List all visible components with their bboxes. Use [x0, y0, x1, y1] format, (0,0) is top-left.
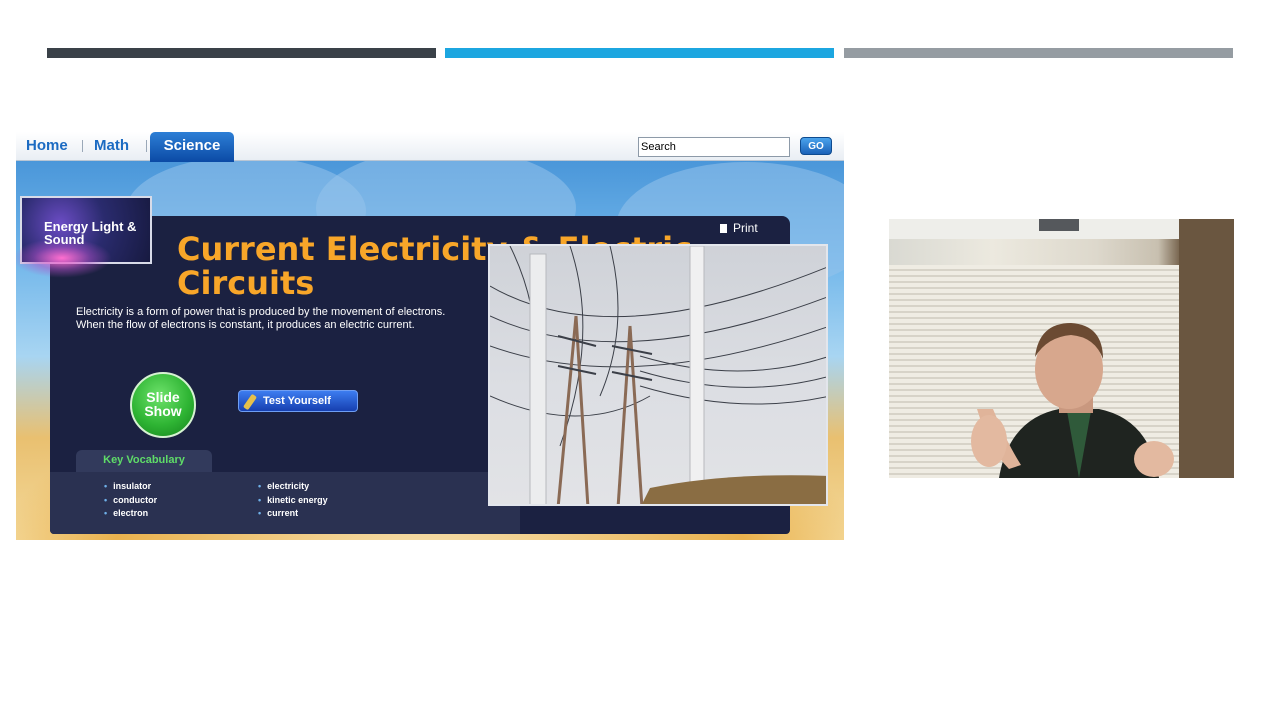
vocabulary-tab[interactable]: Key Vocabulary	[76, 450, 212, 472]
webcam-video	[889, 219, 1234, 478]
vocabulary-term[interactable]: insulator	[104, 480, 157, 494]
power-lines-illustration	[490, 246, 826, 504]
vocabulary-list-1: insulator conductor electron	[104, 480, 157, 521]
header-bar-gray	[844, 48, 1233, 58]
vocabulary-term[interactable]: electricity	[258, 480, 328, 494]
nav-bar: Home Math Science Search GO	[16, 132, 844, 162]
nav-home-link[interactable]: Home	[26, 137, 68, 154]
print-link[interactable]: Print	[720, 221, 758, 235]
vocabulary-term[interactable]: current	[258, 507, 328, 521]
nav-math-link[interactable]: Math	[94, 137, 129, 154]
topic-badge[interactable]: Energy Light & Sound	[16, 196, 152, 278]
pencil-icon	[242, 393, 258, 411]
slide-show-button[interactable]: Slide Show	[130, 372, 196, 438]
test-yourself-label: Test Yourself	[263, 395, 331, 407]
power-lines-photo	[488, 244, 828, 506]
nav-science-label: Science	[163, 137, 221, 154]
vocabulary-term[interactable]: kinetic energy	[258, 494, 328, 508]
presenter-silhouette	[971, 219, 1234, 478]
header-bar-blue	[445, 48, 834, 58]
nav-science-tab[interactable]: Science	[150, 132, 234, 162]
vocabulary-list-2: electricity kinetic energy current	[258, 480, 328, 521]
nav-separator	[146, 140, 147, 152]
nav-separator	[82, 140, 83, 152]
website-screenshot: Home Math Science Search GO Energy Light…	[16, 132, 844, 540]
test-yourself-button[interactable]: Test Yourself	[238, 390, 358, 412]
search-input[interactable]: Search	[638, 137, 790, 157]
header-bar-dark	[47, 48, 436, 58]
topic-badge-label: Energy Light & Sound	[44, 219, 137, 247]
slide-show-label: Slide Show	[144, 389, 182, 419]
document-icon	[720, 224, 727, 233]
print-label: Print	[733, 221, 758, 235]
vocabulary-term[interactable]: electron	[104, 507, 157, 521]
page-description: Electricity is a form of power that is p…	[76, 306, 446, 331]
vocabulary-term[interactable]: conductor	[104, 494, 157, 508]
go-button[interactable]: GO	[800, 137, 832, 155]
vocabulary-heading: Key Vocabulary	[103, 454, 185, 466]
